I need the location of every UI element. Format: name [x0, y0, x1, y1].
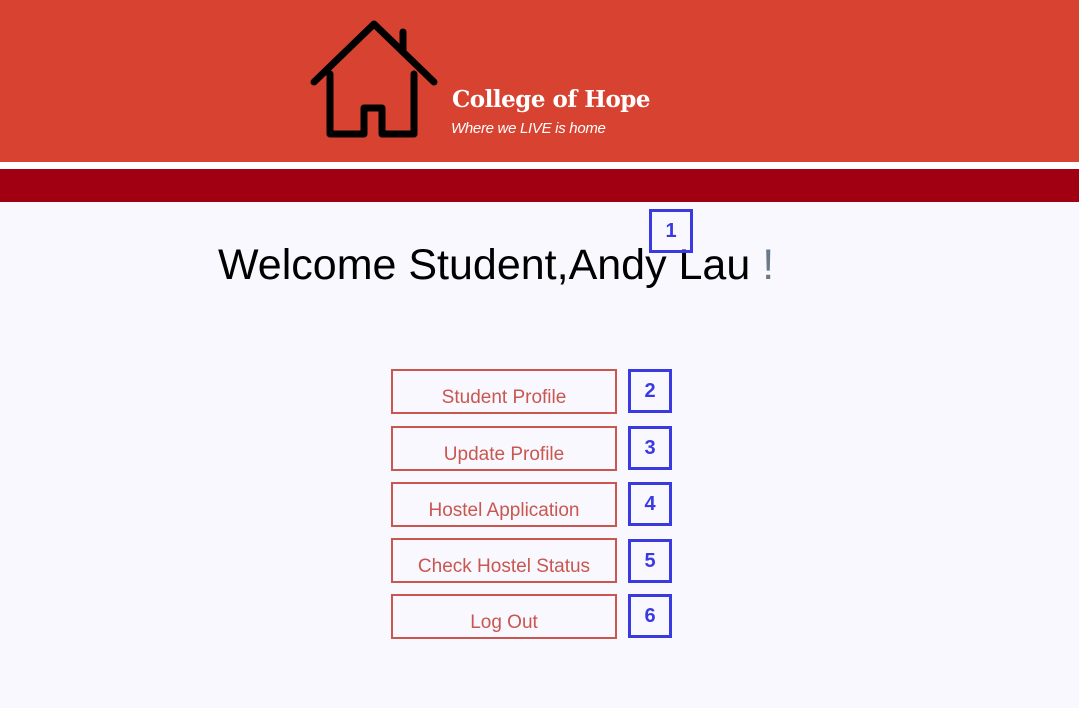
- nav-bar: [0, 169, 1079, 202]
- brand-name: College of Hope: [452, 86, 651, 113]
- site-header: [0, 0, 1079, 162]
- hostel-application-button[interactable]: Hostel Application: [391, 482, 617, 527]
- marker-1: 1: [649, 209, 693, 253]
- check-hostel-status-button[interactable]: Check Hostel Status: [391, 538, 617, 583]
- welcome-exclamation: !: [762, 241, 775, 289]
- marker-4: 4: [628, 482, 672, 526]
- update-profile-button[interactable]: Update Profile: [391, 426, 617, 471]
- marker-5: 5: [628, 539, 672, 583]
- marker-2: 2: [628, 369, 672, 413]
- brand-tagline: Where we LIVE is home: [451, 120, 606, 137]
- welcome-prefix: Welcome Student,: [218, 241, 569, 289]
- marker-6: 6: [628, 594, 672, 638]
- marker-3: 3: [628, 426, 672, 470]
- house-icon[interactable]: [308, 18, 440, 142]
- student-profile-button[interactable]: Student Profile: [391, 369, 617, 414]
- log-out-button[interactable]: Log Out: [391, 594, 617, 639]
- header-divider: [0, 162, 1079, 169]
